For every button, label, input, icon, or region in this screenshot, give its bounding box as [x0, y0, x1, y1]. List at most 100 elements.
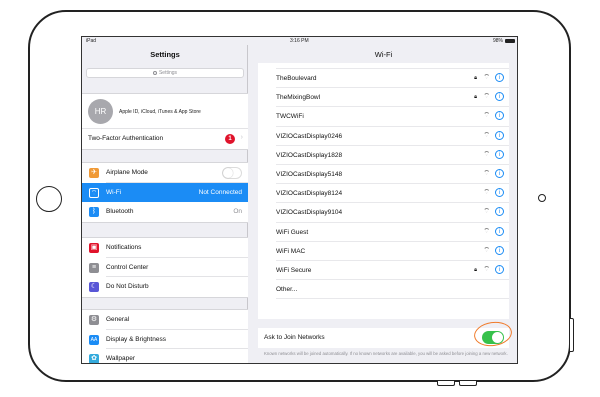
info-icon[interactable]: i	[495, 111, 504, 121]
network-list: TheBoulevard 🔒︎ ⌔ i TheMixingBowl 🔒︎ ⌔ i TWCWiFi…	[258, 63, 509, 319]
network-row[interactable]: WiFi Secure 🔒︎ ⌔ i	[258, 261, 509, 281]
info-icon[interactable]: i	[495, 207, 504, 217]
info-icon[interactable]: i	[495, 149, 504, 159]
sidebar-item-label: Display & Brightness	[106, 335, 166, 343]
info-icon[interactable]: i	[495, 264, 504, 274]
sidebar-item-label: Do Not Disturb	[106, 283, 149, 290]
network-row[interactable]: WiFi MAC ⌔ i	[258, 242, 509, 262]
sidebar-item-label: General	[106, 316, 130, 323]
side-button	[570, 318, 574, 352]
wifi-signal-icon: ⌔	[483, 265, 490, 273]
sidebar-item-label: Wallpaper	[106, 355, 136, 362]
wifi-signal-icon: ⌔	[483, 169, 490, 177]
device-label: iPad	[86, 38, 97, 44]
search-icon	[152, 70, 157, 75]
info-icon[interactable]: i	[495, 226, 504, 236]
airplane-mode-toggle[interactable]	[222, 167, 242, 179]
other-network-row[interactable]: Other...	[258, 280, 509, 300]
network-name: VIZIOCastDisplay1828	[276, 151, 343, 159]
apple-id-subtitle: Apple ID, iCloud, iTunes & App Store	[119, 109, 201, 115]
network-name: VIZIOCastDisplay5148	[276, 170, 343, 178]
wifi-signal-icon: ⌔	[483, 150, 490, 158]
wifi-signal-icon: ⌔	[483, 93, 490, 101]
info-icon[interactable]: i	[495, 130, 504, 140]
network-name: TheMixingBowl	[276, 94, 321, 102]
network-name: VIZIOCastDisplay0246	[276, 132, 343, 140]
lock-icon: 🔒︎	[474, 266, 477, 273]
sidebar-item-label: Notifications	[106, 244, 142, 251]
info-icon[interactable]: i	[495, 168, 504, 178]
info-icon[interactable]: i	[495, 73, 504, 82]
notifications-icon: ▣	[89, 243, 99, 253]
ask-to-join-footnote: Known networks will be joined automatica…	[264, 351, 508, 356]
volume-button	[437, 381, 455, 386]
network-row[interactable]: TWCWiFi ⌔ i	[258, 107, 509, 127]
network-row[interactable]: VIZIOCastDisplay0246 ⌔ i	[258, 127, 509, 146]
sidebar-item-general[interactable]: ⚙ General	[82, 310, 248, 330]
sidebar-item-bluetooth[interactable]: ᛒ Bluetooth On	[82, 202, 248, 222]
network-row[interactable]: VIZIOCastDisplay5148 ⌔ i	[258, 165, 509, 185]
settings-title: Settings	[150, 50, 180, 59]
info-icon[interactable]: i	[495, 188, 504, 198]
wifi-signal-icon: ⌔	[483, 227, 490, 235]
network-rows: TheBoulevard 🔒︎ ⌔ i TheMixingBowl 🔒︎ ⌔ i TWCWiFi…	[258, 69, 509, 281]
network-row[interactable]: WiFi Guest ⌔ i	[258, 223, 509, 242]
sidebar-item-do-not-disturb[interactable]: ☾ Do Not Disturb	[82, 277, 248, 297]
gear-icon: ⚙	[89, 315, 99, 325]
other-network-label: Other...	[276, 286, 298, 294]
notification-badge: 1	[225, 134, 235, 144]
network-row[interactable]: VIZIOCastDisplay9104 ⌔ i	[258, 203, 509, 223]
two-factor-label: Two-Factor Authentication	[88, 135, 164, 142]
sidebar-item-display-brightness[interactable]: AA Display & Brightness	[82, 330, 248, 350]
general-group: ⚙ General AA Display & Brightness ✿ Wall…	[82, 309, 248, 363]
network-name: VIZIOCastDisplay9104	[276, 209, 343, 217]
account-group: HR Apple ID, iCloud, iTunes & App Store …	[82, 93, 248, 150]
sidebar-item-notifications[interactable]: ▣ Notifications	[82, 238, 248, 258]
network-name: TWCWiFi	[276, 113, 304, 121]
wifi-signal-icon: ⌔	[483, 208, 490, 216]
sidebar-item-control-center[interactable]: ≡ Control Center	[82, 258, 248, 278]
ask-to-join-row: Ask to Join Networks	[258, 319, 514, 349]
sidebar-item-value: On	[233, 208, 242, 215]
battery-status: 98%	[493, 38, 515, 44]
network-row[interactable]: TheBoulevard 🔒︎ ⌔ i	[258, 69, 509, 89]
camera-icon	[538, 194, 546, 202]
sidebar-item-wallpaper[interactable]: ✿ Wallpaper	[82, 349, 248, 363]
battery-percent: 98%	[492, 38, 503, 44]
network-row[interactable]: VIZIOCastDisplay8124 ⌔ i	[258, 184, 509, 204]
network-row[interactable]: TheMixingBowl 🔒︎ ⌔ i	[258, 88, 509, 108]
sidebar-item-value: Not Connected	[198, 188, 242, 196]
lock-icon: 🔒︎	[474, 75, 477, 81]
search-placeholder: Settings	[158, 70, 178, 76]
control-center-icon: ≡	[89, 262, 99, 273]
network-name: VIZIOCastDisplay8124	[276, 190, 343, 198]
apple-id-row[interactable]: HR Apple ID, iCloud, iTunes & App Store	[82, 94, 248, 129]
sidebar-item-airplane-mode[interactable]: ✈ Airplane Mode	[82, 163, 248, 183]
volume-button	[459, 381, 477, 386]
wallpaper-icon: ✿	[89, 354, 99, 363]
wifi-detail-pane: Wi-Fi TheBoulevard 🔒︎ ⌔ i TheMixingBowl 🔒︎ ⌔ i T…	[248, 45, 517, 363]
settings-sidebar: Settings Settings HR Apple ID, iCloud, i…	[82, 45, 248, 363]
avatar: HR	[88, 99, 113, 124]
status-bar: iPad 3:16 PM 98%	[82, 37, 517, 45]
status-time: 3:16 PM	[290, 38, 309, 44]
network-name: WiFi Guest	[276, 228, 309, 236]
wifi-signal-icon: ⌔	[483, 131, 490, 139]
chevron-right-icon: ›	[240, 134, 243, 141]
wifi-icon: ⌔	[89, 187, 99, 198]
home-button[interactable]	[36, 186, 62, 212]
search-input[interactable]: Settings	[86, 68, 244, 78]
connectivity-group: ✈ Airplane Mode ⌔ Wi-Fi Not Connected ᛒ …	[82, 162, 248, 223]
info-icon[interactable]: i	[495, 92, 504, 102]
info-icon[interactable]: i	[495, 245, 504, 255]
network-name: WiFi Secure	[276, 266, 312, 274]
network-name: TheBoulevard	[276, 75, 317, 82]
sidebar-item-label: Wi-Fi	[106, 188, 122, 196]
stage: iPad 3:16 PM 98% Settings Settings HR Ap…	[0, 0, 600, 397]
two-factor-row[interactable]: Two-Factor Authentication 1 ›	[82, 129, 248, 149]
battery-icon	[505, 38, 515, 43]
highlight-circle-annotation	[472, 319, 514, 349]
sidebar-item-wifi[interactable]: ⌔ Wi-Fi Not Connected	[82, 182, 248, 202]
network-row[interactable]: VIZIOCastDisplay1828 ⌔ i	[258, 146, 509, 166]
ask-to-join-label: Ask to Join Networks	[264, 334, 325, 341]
